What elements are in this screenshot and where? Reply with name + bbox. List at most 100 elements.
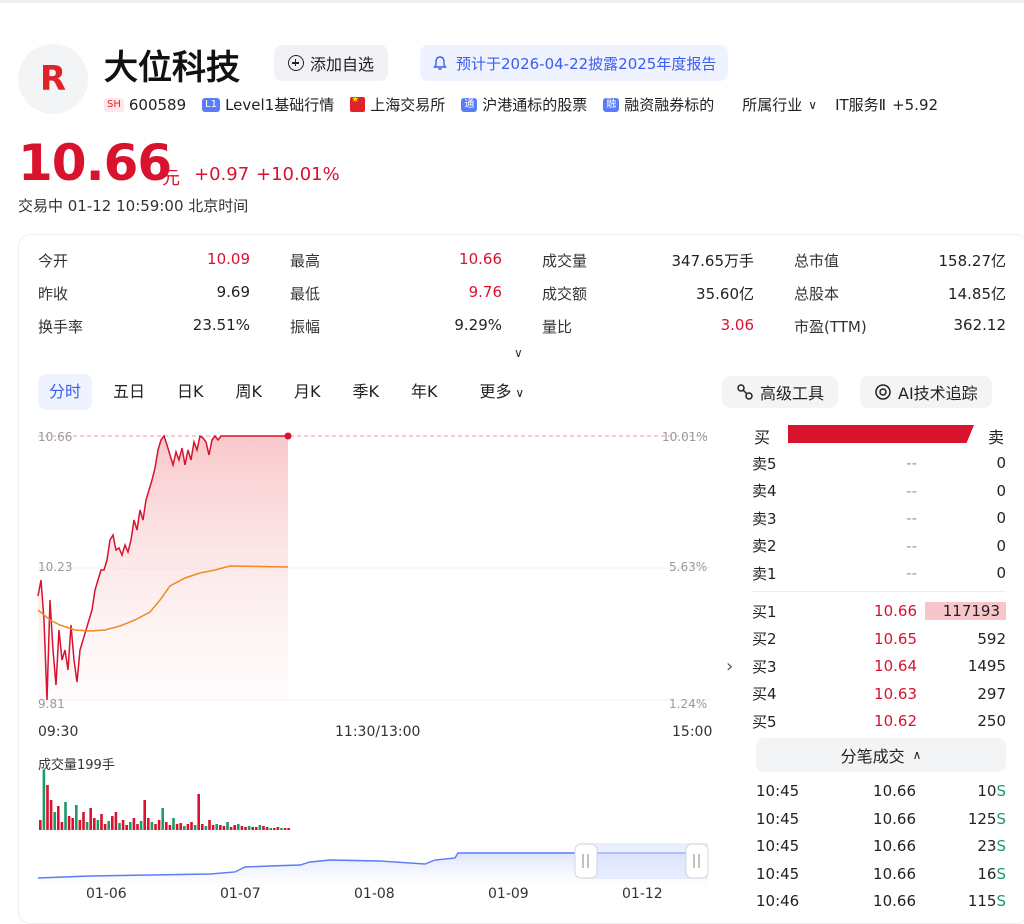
volume-bar bbox=[168, 825, 172, 830]
minimap-date: 01-09 bbox=[488, 886, 529, 902]
volume-bar bbox=[121, 820, 125, 830]
orderbook-row[interactable]: 卖1 -- 0 bbox=[752, 560, 1006, 586]
stat-label: 最高 bbox=[290, 252, 321, 270]
volume-bar bbox=[49, 800, 53, 830]
orderbook-level: 买5 bbox=[752, 712, 777, 731]
orderbook-row[interactable]: 卖2 -- 0 bbox=[752, 533, 1006, 559]
buy-sell-ratio-bar bbox=[788, 425, 974, 443]
top-divider bbox=[0, 0, 1024, 3]
orderbook-row[interactable]: 卖4 -- 0 bbox=[752, 478, 1006, 504]
tick-price: 10.66 bbox=[873, 809, 916, 828]
stat-label: 昨收 bbox=[38, 285, 69, 303]
tab-more[interactable]: 更多 ∨ bbox=[469, 374, 536, 410]
volume-bar bbox=[197, 794, 200, 830]
orderbook-row[interactable]: 买3 10.64 1495 bbox=[752, 653, 1006, 679]
stock-code: SH 600589 bbox=[104, 96, 186, 114]
stat-label: 换手率 bbox=[38, 318, 84, 336]
orderbook-row[interactable]: 买2 10.65 592 bbox=[752, 626, 1006, 652]
stat-label: 成交量 bbox=[542, 252, 588, 270]
volume-bar bbox=[71, 818, 74, 830]
tab-weekly-k[interactable]: 周K bbox=[225, 374, 274, 410]
minimap-right-handle[interactable] bbox=[685, 843, 709, 879]
minimap-date: 01-08 bbox=[354, 886, 395, 902]
tab-monthly-k[interactable]: 月K bbox=[283, 374, 332, 410]
stat-value: 3.06 bbox=[720, 316, 754, 334]
market-tag: SH bbox=[104, 97, 124, 112]
orderbook-row[interactable]: 卖3 -- 0 bbox=[752, 505, 1006, 531]
volume-bar bbox=[283, 828, 287, 830]
tab-quarterly-k[interactable]: 季K bbox=[342, 374, 391, 410]
expand-right-chevron-icon[interactable]: › bbox=[726, 656, 733, 677]
volume-bar bbox=[269, 828, 272, 830]
orderbook-volume: 592 bbox=[977, 629, 1006, 648]
level1-info[interactable]: L1 Level1基础行情 bbox=[202, 94, 334, 115]
ticks-toggle-button[interactable]: 分笔成交 ∧ bbox=[756, 738, 1006, 772]
ai-tracking-button[interactable]: AI技术追踪 bbox=[860, 376, 992, 408]
orderbook-row[interactable]: 卖5 -- 0 bbox=[752, 450, 1006, 476]
tick-row: 10:45 10.66 23S bbox=[756, 837, 1006, 855]
tab-yearly-k[interactable]: 年K bbox=[400, 374, 449, 410]
tick-row: 10:45 10.66 125S bbox=[756, 810, 1006, 828]
stat-item: 量比 3.06 bbox=[542, 316, 754, 337]
volume-bar bbox=[226, 822, 229, 830]
volume-bar bbox=[107, 821, 110, 830]
tick-row: 10:45 10.66 10S bbox=[756, 782, 1006, 800]
add-watchlist-button[interactable]: 添加自选 bbox=[274, 45, 389, 81]
minimap-left-handle[interactable] bbox=[574, 843, 598, 879]
volume-bar bbox=[139, 821, 143, 830]
stat-value: 23.51% bbox=[192, 316, 250, 334]
stat-value: 35.60亿 bbox=[696, 285, 754, 303]
volume-bar bbox=[150, 822, 154, 830]
report-notice-text: 预计于2026-04-22披露2025年度报告 bbox=[456, 54, 717, 73]
volume-bar bbox=[215, 824, 218, 830]
tick-time: 10:45 bbox=[756, 837, 800, 855]
tick-row: 10:46 10.66 115S bbox=[756, 892, 1006, 910]
volume-bar bbox=[157, 820, 161, 830]
volume-bar bbox=[111, 816, 114, 830]
volume-bar bbox=[280, 828, 283, 830]
orderbook-level: 卖1 bbox=[752, 564, 777, 583]
time-axis-mid: 11:30/13:00 bbox=[335, 724, 421, 740]
orderbook-price: 10.63 bbox=[874, 684, 917, 703]
stat-item: 市盈(TTM) 362.12 bbox=[794, 316, 1006, 337]
orderbook-level: 买4 bbox=[752, 685, 777, 703]
pct-axis-top: 10.01% bbox=[662, 430, 708, 444]
intraday-chart[interactable] bbox=[30, 420, 720, 890]
stat-item: 最高 10.66 bbox=[290, 250, 502, 271]
expand-stats-chevron-icon[interactable]: ∨ bbox=[514, 346, 523, 360]
exchange-info: 上海交易所 bbox=[350, 94, 445, 115]
report-notice[interactable]: 预计于2026-04-22披露2025年度报告 bbox=[420, 45, 729, 81]
volume-bar bbox=[39, 820, 42, 830]
stat-item: 总股本 14.85亿 bbox=[794, 283, 1006, 304]
stat-value: 10.66 bbox=[459, 250, 502, 268]
volume-bar bbox=[237, 824, 240, 830]
volume-bar bbox=[240, 826, 244, 830]
orderbook-row[interactable]: 买4 10.63 297 bbox=[752, 681, 1006, 707]
volume-bar bbox=[57, 806, 60, 830]
tab-intraday[interactable]: 分时 bbox=[38, 374, 93, 410]
volume-bar bbox=[82, 812, 85, 830]
volume-bar bbox=[89, 808, 92, 830]
volume-bar bbox=[93, 818, 96, 830]
industry-dropdown[interactable]: 所属行业 ∨ IT服务Ⅱ +5.92 bbox=[742, 94, 938, 115]
exchange-text: 上海交易所 bbox=[370, 96, 446, 114]
stat-item: 最低 9.76 bbox=[290, 283, 502, 304]
tab-5day[interactable]: 五日 bbox=[102, 374, 156, 410]
orderbook-row[interactable]: 买5 10.62 250 bbox=[752, 708, 1006, 734]
add-watchlist-label: 添加自选 bbox=[310, 55, 375, 74]
orderbook-volume: 0 bbox=[996, 536, 1006, 555]
volume-bar bbox=[60, 822, 64, 830]
buy-label: 买 bbox=[754, 428, 771, 447]
tab-daily-k[interactable]: 日K bbox=[166, 374, 215, 410]
margin-tag: 融 bbox=[603, 97, 620, 112]
tab-more-label: 更多 bbox=[479, 382, 512, 401]
tick-volume: 125 bbox=[967, 809, 997, 828]
advanced-tools-button[interactable]: 高级工具 bbox=[722, 376, 839, 408]
orderbook-volume: 117193 bbox=[925, 602, 1006, 620]
tick-time: 10:45 bbox=[756, 809, 800, 828]
volume-bar bbox=[78, 820, 82, 830]
orderbook-row[interactable]: 买1 10.66 117193 bbox=[752, 598, 1006, 624]
orderbook-price: -- bbox=[906, 564, 917, 582]
y-axis-mid: 10.23 bbox=[38, 560, 73, 574]
orderbook-level: 买3 bbox=[752, 657, 777, 676]
